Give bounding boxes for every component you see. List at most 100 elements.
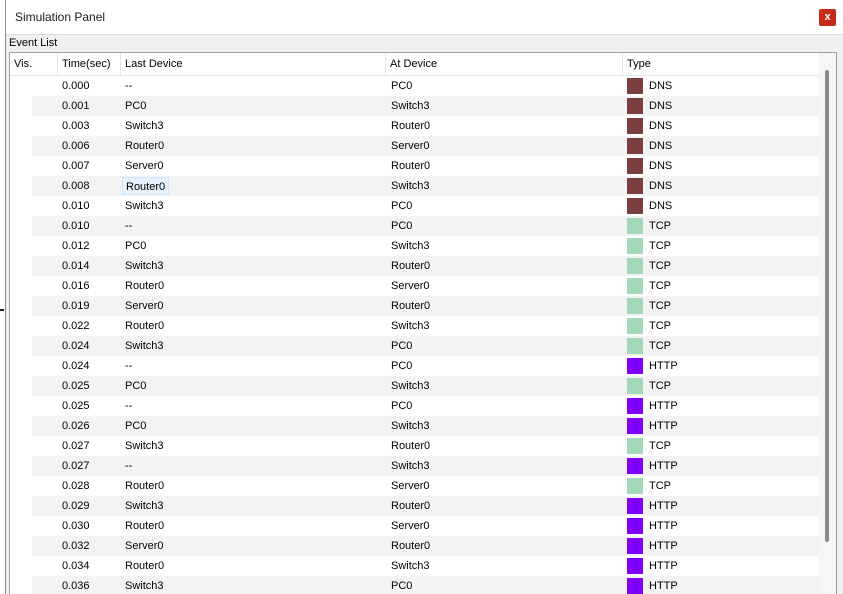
- event-row[interactable]: 0.027 Switch3 Router0 TCP: [10, 436, 818, 456]
- type-cell: DNS: [649, 100, 673, 112]
- vis-cell[interactable]: [10, 396, 32, 416]
- type-color-swatch[interactable]: [627, 318, 643, 334]
- type-cell: TCP: [649, 480, 671, 492]
- last-device-cell: Server0: [125, 540, 164, 552]
- time-cell: 0.000: [62, 80, 90, 92]
- type-cell: HTTP: [649, 420, 678, 432]
- type-color-swatch[interactable]: [627, 538, 643, 554]
- type-color-swatch[interactable]: [627, 398, 643, 414]
- vis-cell[interactable]: [10, 116, 32, 136]
- vis-cell[interactable]: [10, 196, 32, 216]
- vis-cell[interactable]: [10, 536, 32, 556]
- vis-cell[interactable]: [10, 176, 32, 196]
- column-header-last-device[interactable]: Last Device: [121, 53, 386, 75]
- event-row[interactable]: 0.012 PC0 Switch3 TCP: [10, 236, 818, 256]
- column-header-time[interactable]: Time(sec): [58, 53, 121, 75]
- vis-cell[interactable]: [10, 436, 32, 456]
- event-row[interactable]: 0.016 Router0 Server0 TCP: [10, 276, 818, 296]
- type-color-swatch[interactable]: [627, 158, 643, 174]
- event-row[interactable]: 0.029 Switch3 Router0 HTTP: [10, 496, 818, 516]
- event-row[interactable]: 0.014 Switch3 Router0 TCP: [10, 256, 818, 276]
- vis-cell[interactable]: [10, 416, 32, 436]
- event-row[interactable]: 0.008 Router0 Switch3 DNS: [10, 176, 818, 196]
- column-header-vis[interactable]: Vis.: [10, 53, 58, 75]
- vis-cell[interactable]: [10, 496, 32, 516]
- type-color-swatch[interactable]: [627, 578, 643, 594]
- type-color-swatch[interactable]: [627, 338, 643, 354]
- event-row[interactable]: 0.027 -- Switch3 HTTP: [10, 456, 818, 476]
- type-color-swatch[interactable]: [627, 238, 643, 254]
- vis-cell[interactable]: [10, 276, 32, 296]
- type-color-swatch[interactable]: [627, 478, 643, 494]
- event-row[interactable]: 0.036 Switch3 PC0 HTTP: [10, 576, 818, 594]
- close-button[interactable]: x: [819, 9, 836, 26]
- vis-cell[interactable]: [10, 456, 32, 476]
- type-color-swatch[interactable]: [627, 98, 643, 114]
- event-row[interactable]: 0.034 Router0 Switch3 HTTP: [10, 556, 818, 576]
- event-row[interactable]: 0.025 -- PC0 HTTP: [10, 396, 818, 416]
- vis-cell[interactable]: [10, 256, 32, 276]
- vis-cell[interactable]: [10, 316, 32, 336]
- event-row[interactable]: 0.001 PC0 Switch3 DNS: [10, 96, 818, 116]
- at-device-cell: Server0: [391, 140, 430, 152]
- type-color-swatch[interactable]: [627, 218, 643, 234]
- at-device-cell: Switch3: [391, 180, 430, 192]
- last-device-cell-selected: Router0: [122, 177, 170, 195]
- type-color-swatch[interactable]: [627, 198, 643, 214]
- at-device-cell: PC0: [391, 220, 413, 232]
- event-row[interactable]: 0.019 Server0 Router0 TCP: [10, 296, 818, 316]
- type-color-swatch[interactable]: [627, 78, 643, 94]
- type-cell: HTTP: [649, 360, 678, 372]
- column-header-type[interactable]: Type: [623, 53, 818, 75]
- time-cell: 0.025: [62, 400, 90, 412]
- vis-cell[interactable]: [10, 76, 32, 96]
- type-color-swatch[interactable]: [627, 518, 643, 534]
- type-color-swatch[interactable]: [627, 138, 643, 154]
- vis-cell[interactable]: [10, 516, 32, 536]
- event-row[interactable]: 0.030 Router0 Server0 HTTP: [10, 516, 818, 536]
- type-color-swatch[interactable]: [627, 498, 643, 514]
- event-row[interactable]: 0.026 PC0 Switch3 HTTP: [10, 416, 818, 436]
- type-color-swatch[interactable]: [627, 178, 643, 194]
- vis-cell[interactable]: [10, 296, 32, 316]
- vis-cell[interactable]: [10, 156, 32, 176]
- last-device-cell: Switch3: [125, 340, 164, 352]
- vis-cell[interactable]: [10, 376, 32, 396]
- type-color-swatch[interactable]: [627, 438, 643, 454]
- event-row[interactable]: 0.024 -- PC0 HTTP: [10, 356, 818, 376]
- column-header-at-device[interactable]: At Device: [386, 53, 623, 75]
- type-color-swatch[interactable]: [627, 358, 643, 374]
- vis-cell[interactable]: [10, 96, 32, 116]
- type-color-swatch[interactable]: [627, 278, 643, 294]
- event-row[interactable]: 0.006 Router0 Server0 DNS: [10, 136, 818, 156]
- type-cell: TCP: [649, 440, 671, 452]
- type-color-swatch[interactable]: [627, 378, 643, 394]
- event-row[interactable]: 0.022 Router0 Switch3 TCP: [10, 316, 818, 336]
- vis-cell[interactable]: [10, 476, 32, 496]
- vis-cell[interactable]: [10, 216, 32, 236]
- type-color-swatch[interactable]: [627, 558, 643, 574]
- vertical-scrollbar[interactable]: [818, 53, 836, 594]
- vis-cell[interactable]: [10, 576, 32, 594]
- event-row[interactable]: 0.025 PC0 Switch3 TCP: [10, 376, 818, 396]
- type-color-swatch[interactable]: [627, 418, 643, 434]
- event-row[interactable]: 0.010 Switch3 PC0 DNS: [10, 196, 818, 216]
- vis-cell[interactable]: [10, 336, 32, 356]
- type-color-swatch[interactable]: [627, 118, 643, 134]
- type-color-swatch[interactable]: [627, 298, 643, 314]
- vis-cell[interactable]: [10, 136, 32, 156]
- event-row[interactable]: 0.028 Router0 Server0 TCP: [10, 476, 818, 496]
- event-row[interactable]: 0.007 Server0 Router0 DNS: [10, 156, 818, 176]
- event-row[interactable]: 0.032 Server0 Router0 HTTP: [10, 536, 818, 556]
- last-device-cell: --: [125, 80, 133, 92]
- vis-cell[interactable]: [10, 556, 32, 576]
- scrollbar-thumb[interactable]: [825, 70, 829, 542]
- event-row[interactable]: 0.024 Switch3 PC0 TCP: [10, 336, 818, 356]
- vis-cell[interactable]: [10, 356, 32, 376]
- type-color-swatch[interactable]: [627, 458, 643, 474]
- event-row[interactable]: 0.010 -- PC0 TCP: [10, 216, 818, 236]
- event-row[interactable]: 0.003 Switch3 Router0 DNS: [10, 116, 818, 136]
- event-row[interactable]: 0.000 -- PC0 DNS: [10, 76, 818, 96]
- vis-cell[interactable]: [10, 236, 32, 256]
- type-color-swatch[interactable]: [627, 258, 643, 274]
